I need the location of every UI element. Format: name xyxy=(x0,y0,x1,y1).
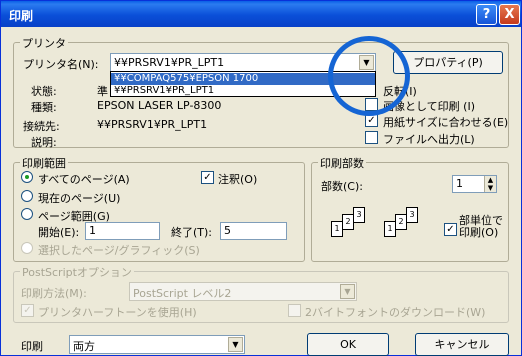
copies-count-value: 1 xyxy=(456,177,463,190)
postscript-group-label: PostScriptオプション xyxy=(20,264,134,280)
all-pages-label[interactable]: すべてのページ(A) xyxy=(38,171,130,187)
chevron-down-icon: ▼ xyxy=(340,284,355,299)
print-method-value: PostScript レベル2 xyxy=(133,287,232,300)
all-pages-radio[interactable] xyxy=(21,171,33,183)
connection-label: 接続先: xyxy=(23,120,60,133)
annotations-checkbox[interactable]: ✓ xyxy=(201,171,214,184)
copies-group-label: 印刷部数 xyxy=(318,155,366,171)
copies-count-label: 部数(C): xyxy=(321,180,363,193)
print-method-select: PostScript レベル2 ▼ xyxy=(129,282,357,301)
page-range-radio[interactable] xyxy=(21,208,33,220)
status-label: 状態: xyxy=(31,85,57,98)
printer-name-label: プリンタ名(N): xyxy=(23,58,99,71)
print-what-select[interactable]: 両方 ▼ xyxy=(69,335,245,354)
start-page-input[interactable]: 1 xyxy=(85,222,160,240)
printer-group-label: プリンタ xyxy=(20,35,68,51)
copies-spin-up[interactable]: ▲ xyxy=(484,176,496,184)
window-title: 印刷 xyxy=(9,9,34,23)
comment-label: 説明: xyxy=(31,136,57,149)
cancel-button[interactable]: キャンセル xyxy=(415,333,509,356)
collate-checkbox[interactable]: ✓ xyxy=(444,223,457,236)
print-range-label: 印刷範囲 xyxy=(20,155,68,171)
page-icon: 3 xyxy=(406,207,418,223)
font-download-checkbox xyxy=(288,304,301,317)
copies-spin-down[interactable]: ▼ xyxy=(484,184,496,192)
print-dialog: 印刷 ? X プリンタ プリンタ名(N): ¥¥PRSRV1¥PR_LPT1 ▼… xyxy=(0,0,522,356)
print-what-value: 両方 xyxy=(73,340,95,353)
print-to-file-checkbox[interactable] xyxy=(365,131,378,144)
halftone-checkbox: ✓ xyxy=(21,304,34,317)
end-page-label: 終了(T): xyxy=(171,226,213,239)
start-page-label: 開始(E): xyxy=(38,226,80,239)
connection-value: ¥¥PRSRV1¥PR_LPT1 xyxy=(97,118,208,131)
close-button[interactable]: X xyxy=(499,4,520,25)
chevron-down-icon[interactable]: ▼ xyxy=(228,337,243,352)
ok-button[interactable]: OK xyxy=(307,333,389,356)
printer-name-value: ¥¥PRSRV1¥PR_LPT1 xyxy=(114,56,225,69)
print-to-file-label[interactable]: ファイルへ出力(L) xyxy=(383,131,475,147)
current-page-label[interactable]: 現在のページ(U) xyxy=(38,190,120,206)
print-method-label: 印刷方法(M): xyxy=(21,287,87,300)
title-bar[interactable]: 印刷 ? X xyxy=(1,1,521,27)
collate-label[interactable]: 部単位で印刷(O) xyxy=(459,215,505,239)
halftone-label: プリンタハーフトーンを使用(H) xyxy=(38,306,197,319)
fit-to-paper-label[interactable]: 用紙サイズに合わせる(E) xyxy=(383,114,508,130)
font-download-label: 2バイトフォントのダウンロード(W) xyxy=(305,306,486,319)
annotations-label[interactable]: 注釈(O) xyxy=(218,171,257,187)
help-button[interactable]: ? xyxy=(476,4,497,25)
type-label: 種類: xyxy=(31,101,57,114)
type-value: EPSON LASER LP-8300 xyxy=(97,99,222,112)
selection-label: 選択したページ/グラフィック(S) xyxy=(38,244,200,257)
highlight-circle xyxy=(328,36,410,116)
page-icon: 3 xyxy=(353,207,365,223)
print-what-label: 印刷 xyxy=(21,340,43,353)
end-page-input[interactable]: 5 xyxy=(220,222,287,240)
selection-radio[interactable] xyxy=(21,242,33,254)
current-page-radio[interactable] xyxy=(21,190,33,202)
status-value: 準 xyxy=(97,85,108,98)
